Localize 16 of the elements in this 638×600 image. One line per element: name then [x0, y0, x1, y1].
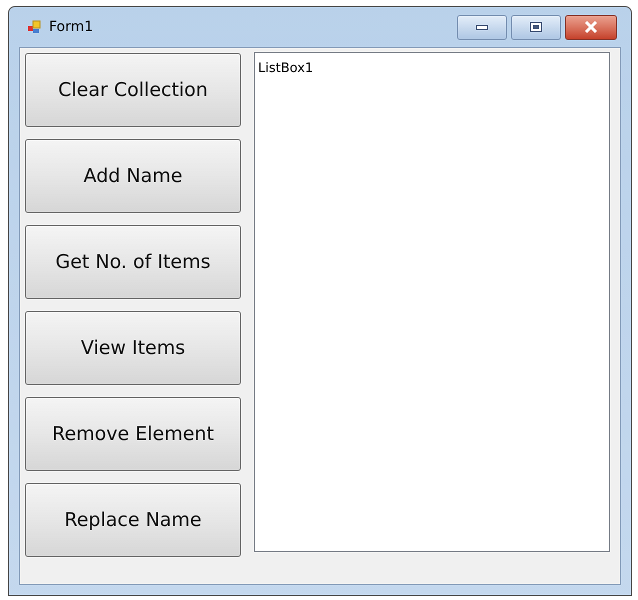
form-button[interactable]: Add Name: [25, 139, 241, 213]
app-icon: [27, 19, 43, 35]
form-button[interactable]: Clear Collection: [25, 53, 241, 127]
form-button[interactable]: Remove Element: [25, 397, 241, 471]
minimize-button[interactable]: [457, 14, 507, 40]
form-button[interactable]: Replace Name: [25, 483, 241, 557]
minimize-icon: [476, 24, 488, 30]
close-button[interactable]: [565, 14, 617, 40]
maximize-icon: [530, 22, 542, 32]
maximize-button[interactable]: [511, 14, 561, 40]
form-button[interactable]: View Items: [25, 311, 241, 385]
listbox-label: ListBox1: [258, 61, 314, 76]
listbox[interactable]: ListBox1: [254, 52, 610, 552]
window-title: Form1: [49, 18, 94, 36]
form-button[interactable]: Get No. of Items: [25, 225, 241, 299]
close-icon: [584, 21, 598, 33]
